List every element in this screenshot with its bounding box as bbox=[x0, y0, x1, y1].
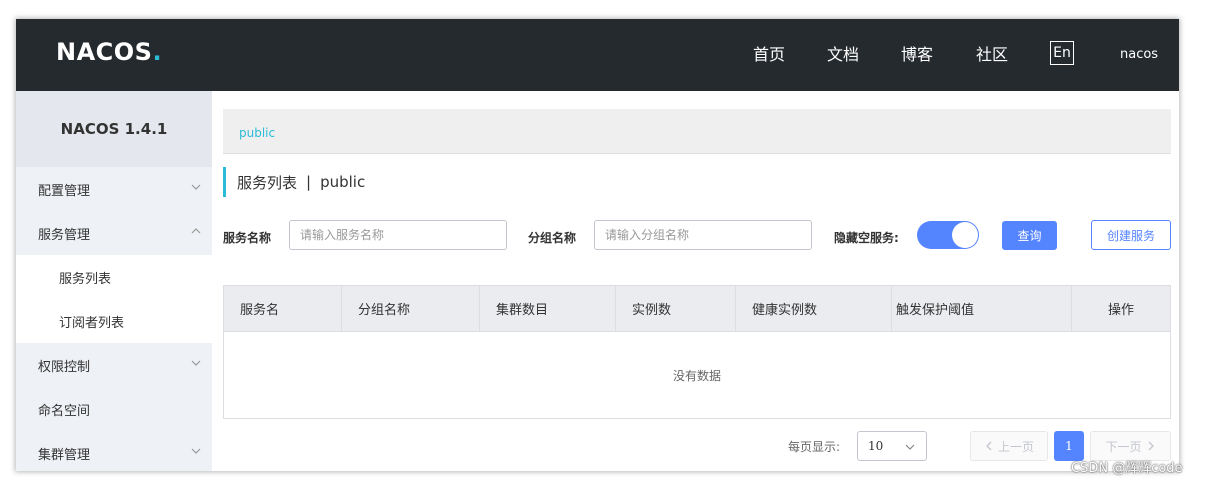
sidebar-item-config-management[interactable]: 配置管理 bbox=[16, 167, 212, 211]
column-header-group-name: 分组名称 bbox=[342, 286, 480, 331]
chevron-down-icon bbox=[905, 444, 915, 450]
sidebar-item-service-list[interactable]: 服务列表 bbox=[16, 255, 212, 299]
toggle-knob bbox=[952, 222, 978, 248]
language-toggle-button[interactable]: En bbox=[1050, 41, 1074, 65]
sidebar-item-label: 命名空间 bbox=[38, 403, 91, 419]
title-separator: | bbox=[306, 173, 312, 191]
sidebar-item-subscriber-list[interactable]: 订阅者列表 bbox=[16, 299, 212, 343]
sidebar: NACOS 1.4.1 配置管理 服务管理 服务列表 订阅者列表 权限控制 命名… bbox=[16, 91, 212, 471]
hide-empty-services-label: 隐藏空服务: bbox=[834, 231, 899, 245]
page-size-label: 每页显示: bbox=[788, 440, 841, 454]
column-header-service-name: 服务名 bbox=[224, 286, 342, 331]
query-button[interactable]: 查询 bbox=[1002, 221, 1057, 250]
app-window: NACOS. 首页 文档 博客 社区 En nacos NACOS 1.4.1 … bbox=[16, 19, 1179, 471]
service-name-input[interactable] bbox=[289, 220, 507, 250]
sidebar-item-label: 服务管理 bbox=[38, 227, 91, 243]
sidebar-version: NACOS 1.4.1 bbox=[16, 91, 212, 167]
service-table: 服务名 分组名称 集群数目 实例数 健康实例数 触发保护阈值 操作 没有数据 bbox=[223, 285, 1171, 419]
hide-empty-services-toggle[interactable] bbox=[917, 221, 979, 249]
sidebar-item-label: 集群管理 bbox=[38, 447, 91, 463]
column-header-healthy-instance-count: 健康实例数 bbox=[736, 286, 892, 331]
page-title-namespace: public bbox=[320, 173, 366, 191]
create-service-button[interactable]: 创建服务 bbox=[1091, 220, 1171, 250]
column-header-cluster-count: 集群数目 bbox=[480, 286, 616, 331]
chevron-down-icon bbox=[191, 360, 201, 366]
group-name-label: 分组名称 bbox=[528, 231, 577, 245]
column-header-actions: 操作 bbox=[1107, 303, 1134, 318]
page-title: 服务列表 | public bbox=[223, 167, 365, 197]
sidebar-item-label: 配置管理 bbox=[38, 183, 91, 199]
nav-home[interactable]: 首页 bbox=[753, 41, 785, 65]
top-navbar: NACOS. 首页 文档 博客 社区 En nacos bbox=[16, 19, 1179, 91]
breadcrumb-namespace[interactable]: public bbox=[239, 126, 275, 140]
page-size-select[interactable]: 10 bbox=[857, 431, 927, 461]
sidebar-item-cluster-management[interactable]: 集群管理 bbox=[16, 431, 212, 471]
sidebar-item-access-control[interactable]: 权限控制 bbox=[16, 343, 212, 387]
nav-community[interactable]: 社区 bbox=[976, 41, 1008, 65]
sidebar-item-label: 服务列表 bbox=[59, 271, 112, 287]
csdn-watermark: CSDN @辉辉code bbox=[1071, 461, 1183, 476]
page-size-value: 10 bbox=[868, 439, 884, 453]
logo-text: NACOS. bbox=[56, 38, 163, 66]
sidebar-item-label: 权限控制 bbox=[38, 359, 91, 375]
logo-dot: . bbox=[152, 38, 163, 66]
chevron-up-icon bbox=[191, 228, 201, 234]
nav-blog[interactable]: 博客 bbox=[901, 41, 933, 65]
column-header-protect-threshold: 触发保护阈值 bbox=[892, 286, 1072, 331]
breadcrumb: public bbox=[223, 109, 1171, 154]
prev-page-button[interactable]: 上一页 bbox=[970, 431, 1048, 461]
sidebar-item-label: 订阅者列表 bbox=[59, 315, 125, 331]
service-name-label: 服务名称 bbox=[223, 231, 272, 245]
user-name[interactable]: nacos bbox=[1120, 47, 1158, 62]
chevron-left-icon bbox=[986, 441, 992, 451]
table-header: 服务名 分组名称 集群数目 实例数 健康实例数 触发保护阈值 操作 bbox=[224, 286, 1170, 332]
nav-docs[interactable]: 文档 bbox=[827, 41, 859, 65]
column-header-instance-count: 实例数 bbox=[616, 286, 736, 331]
table-empty-message: 没有数据 bbox=[672, 368, 721, 383]
next-page-label: 下一页 bbox=[1105, 439, 1142, 454]
chevron-down-icon bbox=[191, 448, 201, 454]
nacos-logo[interactable]: NACOS. bbox=[56, 37, 162, 67]
sidebar-item-namespace[interactable]: 命名空间 bbox=[16, 387, 212, 431]
chevron-right-icon bbox=[1148, 441, 1154, 451]
chevron-down-icon bbox=[191, 184, 201, 190]
prev-page-label: 上一页 bbox=[997, 439, 1034, 454]
group-name-input[interactable] bbox=[594, 220, 812, 250]
page-title-text: 服务列表 bbox=[237, 173, 298, 192]
sidebar-item-service-management[interactable]: 服务管理 bbox=[16, 211, 212, 255]
